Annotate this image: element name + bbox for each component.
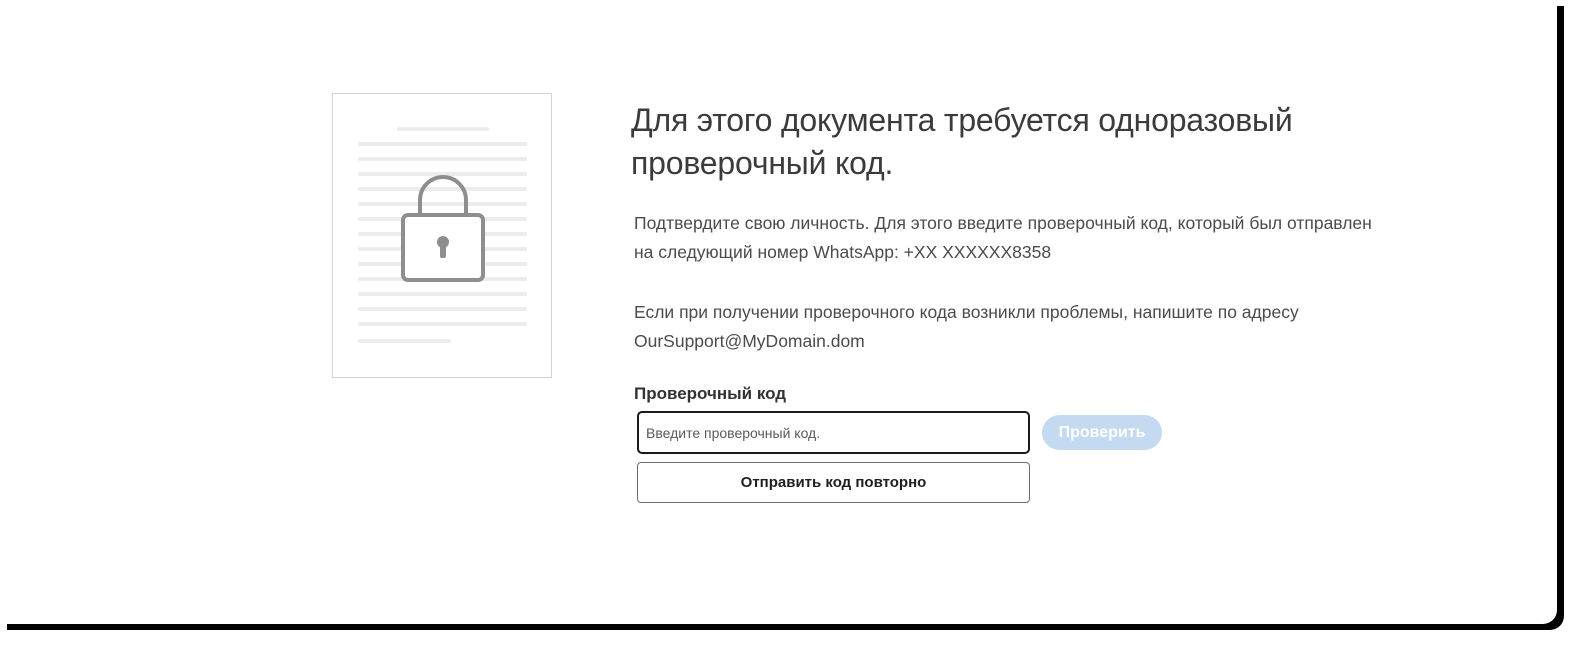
verification-code-input[interactable]: [637, 411, 1030, 454]
locked-document-icon: [332, 93, 552, 378]
verify-button[interactable]: Проверить: [1042, 415, 1162, 450]
resend-code-button[interactable]: Отправить код повторно: [637, 462, 1030, 503]
verification-page: Для этого документа требуется одноразовы…: [0, 0, 1557, 624]
document-lock-illustration: [358, 127, 527, 343]
page-title: Для этого документа требуется одноразовы…: [631, 102, 1293, 181]
padlock-icon: [401, 175, 485, 282]
support-note: Если при получении проверочного кода воз…: [634, 302, 1299, 351]
verification-instructions: Подтвердите свою личность. Для этого вве…: [634, 213, 1372, 262]
code-field-label: Проверочный код: [634, 384, 787, 403]
